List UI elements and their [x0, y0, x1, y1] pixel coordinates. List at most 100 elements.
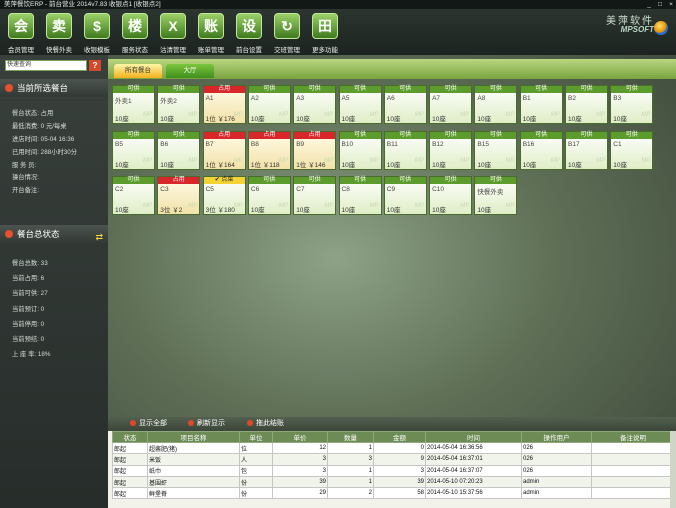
- title-bar: 美萍餐饮ERP - 前台营业 2014v7.83 收银点1 [收银点2] _ □…: [0, 0, 676, 9]
- table-card[interactable]: 可供 B2 10座 MP: [565, 85, 608, 124]
- table-row[interactable]: 郎起 米饭人 3 3 9 2014-05-04 16:37:01 026: [112, 453, 675, 466]
- table-name: 快餐外卖: [477, 189, 504, 196]
- table-card[interactable]: 可供 B1 10座 MP: [519, 85, 563, 124]
- status-row: 当前占用: 6: [12, 275, 45, 283]
- show-all-button[interactable]: 显示全部: [130, 419, 167, 429]
- table-status-label: 可供: [113, 131, 154, 139]
- table-status-label: 可供: [339, 131, 381, 139]
- table-cell: 026: [521, 453, 592, 466]
- table-status-label: 可供: [475, 131, 517, 139]
- table-card[interactable]: 可供 B11 10座 MP: [383, 130, 427, 170]
- toolbar-button-1[interactable]: 卖快餐外卖: [40, 11, 78, 55]
- table-row[interactable]: 郎起 基围虾份 39 1 39 2014-05-10 07:20:23 admin: [112, 475, 675, 489]
- table-card[interactable]: 可供 外卖1 10座 MP: [112, 85, 155, 124]
- table-card[interactable]: 可供 C8 10座 MP: [338, 176, 382, 215]
- table-card[interactable]: 可供 外卖2 10座 MP: [157, 85, 201, 124]
- table-card[interactable]: 占用 C3 3位 ￥2 MP: [157, 176, 201, 215]
- table-row[interactable]: 郎起 鲜堡脊份 29 2 58 2014-05-10 15:37:56 admin: [112, 487, 675, 500]
- table-card[interactable]: 占用 A1 1位 ￥176 MP: [202, 85, 246, 124]
- table-watermark: MP: [278, 203, 288, 209]
- table-card[interactable]: 可供 C7 10座 MP: [293, 176, 337, 215]
- search-button[interactable]: ?: [89, 60, 101, 71]
- table-watermark: MP: [460, 157, 470, 164]
- table-card[interactable]: 可供 A6 10座 MP: [383, 85, 427, 124]
- tab-all-tables[interactable]: 所有餐台: [114, 64, 162, 78]
- table-card[interactable]: 占用 B8 1位 ￥118 MP: [247, 130, 291, 170]
- column-header[interactable]: 备注说明: [591, 431, 675, 443]
- table-card[interactable]: 可供 C9 10座 MP: [383, 176, 427, 215]
- table-card[interactable]: 可供 C10 10座 MP: [429, 176, 473, 215]
- table-card[interactable]: 可供 B17 10座 MP: [565, 130, 608, 170]
- gear-icon: 设: [236, 13, 262, 39]
- table-card[interactable]: 可供 C6 10座 MP: [247, 176, 291, 215]
- table-cell: 026: [521, 464, 592, 477]
- table-card[interactable]: ✔ 点菜 C5 3位 ￥180 MP: [202, 176, 246, 215]
- maximize-button[interactable]: □: [657, 0, 663, 9]
- table-name: B15: [477, 140, 489, 148]
- table-seats: 10座: [477, 161, 492, 169]
- toolbar-button-7[interactable]: ↻ 交班管理: [268, 11, 306, 55]
- column-header[interactable]: 时间: [425, 431, 522, 443]
- clear-icon: X: [160, 13, 186, 39]
- current-table-header: 当前所选餐台: [0, 79, 108, 97]
- table-name: A2: [250, 95, 259, 102]
- table-card[interactable]: 可供 B12 10座 MP: [429, 130, 473, 170]
- table-card[interactable]: 可供 B16 10座 MP: [519, 130, 563, 170]
- toolbar-button-0[interactable]: 会会员管理: [2, 11, 40, 55]
- toolbar-button-8[interactable]: 田更多功能: [306, 11, 344, 55]
- table-cell: 1: [327, 475, 374, 489]
- table-status-label: 可供: [339, 177, 381, 184]
- toolbar-button-3[interactable]: 楼服务状态: [116, 11, 154, 55]
- toolbar-button-5[interactable]: 账账单管理: [192, 11, 230, 55]
- toolbar-button-6[interactable]: 设前台设置: [230, 11, 268, 55]
- table-status-label: ✔ 点菜: [203, 177, 245, 184]
- table-card[interactable]: 占用 B9 1位 ￥146 MP: [293, 130, 337, 170]
- table-card[interactable]: 可供 B15 10座 MP: [474, 130, 518, 170]
- table-card[interactable]: 可供 A7 10座 MP: [429, 85, 473, 124]
- table-card[interactable]: 可供 C1 10座 MP: [610, 130, 654, 170]
- table-card[interactable]: 可供 B5 10座 MP: [112, 130, 155, 170]
- table-row[interactable]: 郎起 超酱肥(猪) 位 12 1 0 2014-05-04 16:36:56 026: [112, 441, 675, 455]
- table-card[interactable]: 可供 B6 10座 MP: [157, 130, 201, 170]
- swap-icon[interactable]: ⇄: [95, 228, 103, 246]
- cart-icon: 卖: [46, 13, 72, 39]
- column-header[interactable]: 数量: [327, 431, 374, 443]
- table-card[interactable]: 可供 快餐外卖 10座 MP: [474, 176, 518, 215]
- order-action-bar: 显示全部 刷新显示 拖此结账: [108, 417, 676, 431]
- column-header[interactable]: 单位: [239, 431, 273, 443]
- table-seats: 10座: [522, 161, 537, 169]
- table-cell: 2014-05-10 07:20:23: [425, 475, 522, 489]
- checkout-button[interactable]: 拖此结账: [247, 419, 284, 429]
- column-header[interactable]: 金额: [373, 431, 426, 443]
- table-card[interactable]: 可供 A8 10座 MP: [474, 85, 518, 124]
- main-toolbar: 会会员管理卖快餐外卖 $ 收银模板楼服务状态 X 沽清管理账账单管理设前台设置 ↻ 交班管理…: [0, 9, 676, 55]
- table-cell: 位: [239, 441, 273, 455]
- table-card[interactable]: 占用 B7 1位 ￥164 MP: [202, 130, 246, 170]
- column-header[interactable]: 操作用户: [521, 431, 592, 443]
- info-row: 进店时间: 05-04 16:36: [12, 135, 75, 143]
- table-card[interactable]: 可供 C2 10座 MP: [112, 176, 155, 215]
- refresh-button[interactable]: 刷新显示: [188, 419, 225, 429]
- table-status-label: 可供: [520, 86, 562, 93]
- toolbar-button-2[interactable]: $ 收银模板: [78, 11, 116, 55]
- column-header[interactable]: 状态: [112, 431, 148, 443]
- tab-hall[interactable]: 大厅: [166, 64, 214, 78]
- toolbar-button-4[interactable]: X 沽清管理: [154, 11, 192, 55]
- table-card[interactable]: 可供 A3 10座 MP: [293, 85, 337, 124]
- table-card[interactable]: 可供 B10 10座 MP: [338, 130, 382, 170]
- close-button[interactable]: ×: [668, 0, 674, 9]
- column-header[interactable]: 项目名称: [147, 431, 240, 443]
- table-watermark: MP: [505, 112, 515, 118]
- table-card[interactable]: 可供 A2 10座 MP: [247, 85, 291, 124]
- table-seats: 10座: [115, 161, 129, 169]
- column-header[interactable]: 单价: [272, 431, 328, 443]
- table-name: B9: [296, 140, 305, 148]
- table-card[interactable]: 可供 B3 10座 MP: [610, 85, 654, 124]
- minimize-button[interactable]: _: [646, 0, 652, 9]
- search-input[interactable]: 快速查询: [5, 60, 87, 71]
- table-row[interactable]: 郎起 纸巾包 3 1 3 2014-05-04 16:37:07 026: [112, 464, 675, 477]
- table-card[interactable]: 可供 A5 10座 MP: [338, 85, 382, 124]
- table-seats: 10座: [115, 207, 129, 214]
- order-scrollbar[interactable]: [670, 431, 676, 508]
- table-cell: 人: [239, 453, 273, 466]
